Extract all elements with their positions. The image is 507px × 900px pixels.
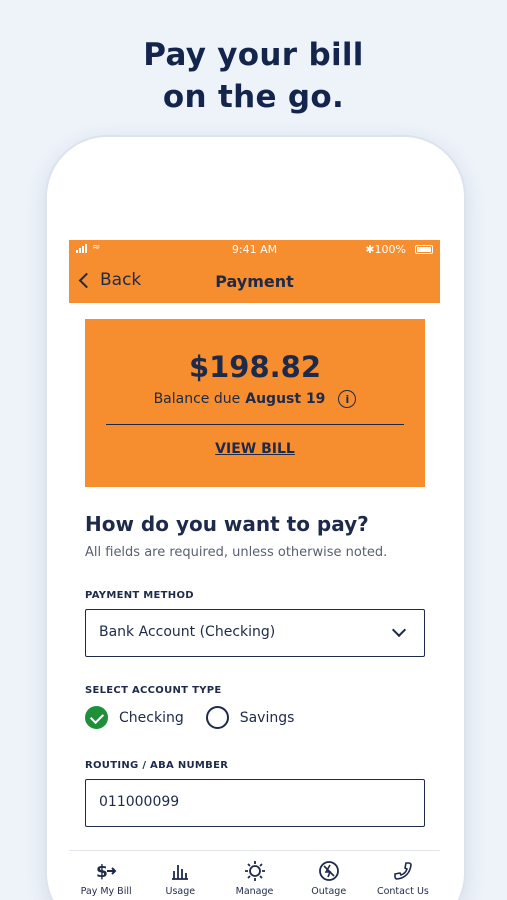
tab-label: Usage [165, 886, 196, 897]
tab-contact-us[interactable]: Contact Us [366, 851, 440, 900]
status-bar: ≈ 9:41 AM ✱100% [69, 240, 440, 260]
due-date: August 19 [245, 391, 326, 407]
payment-method-value: Bank Account (Checking) [99, 624, 276, 640]
manage-icon [244, 859, 266, 883]
tab-manage[interactable]: Manage [217, 851, 291, 900]
tab-outage[interactable]: Outage [292, 851, 366, 900]
radio-circle-icon [205, 706, 229, 729]
account-type-group: Checking Savings [85, 706, 316, 729]
balance-due: Balance due August 19 i [85, 390, 425, 408]
outage-icon [318, 859, 340, 883]
tab-pay-my-bill[interactable]: $ Pay My Bill [69, 851, 143, 900]
balance-card: $198.82 Balance due August 19 i VIEW BIL… [85, 319, 425, 487]
status-battery-text: ✱100% [365, 243, 406, 256]
info-icon[interactable]: i [338, 390, 357, 408]
radio-checking[interactable]: Checking [85, 706, 184, 729]
tab-label: Manage [235, 886, 274, 897]
routing-number-value: 011000099 [99, 794, 180, 810]
nav-bar: Back Payment [69, 260, 440, 303]
page-title: Payment [215, 272, 294, 291]
battery-percent: 100% [374, 243, 406, 256]
battery-icon [415, 245, 433, 254]
promo-headline: Pay your bill on the go. [0, 34, 507, 118]
routing-number-input[interactable]: 011000099 [85, 779, 425, 827]
phone-icon [392, 859, 414, 883]
chevron-down-icon [391, 622, 407, 638]
pay-bill-icon: $ [95, 859, 117, 883]
account-type-label: SELECT ACCOUNT TYPE [85, 685, 222, 696]
due-prefix: Balance due [153, 391, 241, 407]
headline-line-2: on the go. [162, 79, 345, 115]
form-subtitle: All fields are required, unless otherwis… [85, 545, 388, 560]
headline-line-1: Pay your bill [143, 37, 364, 73]
routing-label: ROUTING / ABA NUMBER [85, 760, 229, 771]
usage-icon [170, 859, 190, 883]
radio-checking-label: Checking [119, 709, 184, 726]
payment-method-label: PAYMENT METHOD [85, 590, 194, 601]
form-title: How do you want to pay? [85, 512, 369, 536]
view-bill-link[interactable]: VIEW BILL [85, 441, 425, 457]
payment-method-select[interactable]: Bank Account (Checking) [85, 609, 425, 657]
balance-amount: $198.82 [188, 350, 322, 384]
svg-text:$: $ [96, 862, 108, 882]
app-screen: ≈ 9:41 AM ✱100% Back Payment $198.82 Bal… [69, 240, 440, 900]
checkmark-icon [85, 706, 108, 729]
tab-label: Contact Us [376, 886, 429, 897]
divider [106, 424, 404, 425]
radio-savings-label: Savings [239, 709, 295, 726]
tab-label: Outage [311, 886, 347, 897]
tab-bar: $ Pay My Bill Usage Manage Outage Contac… [69, 850, 440, 900]
tab-usage[interactable]: Usage [143, 851, 217, 900]
tab-label: Pay My Bill [80, 886, 132, 897]
radio-savings[interactable]: Savings [205, 706, 295, 729]
